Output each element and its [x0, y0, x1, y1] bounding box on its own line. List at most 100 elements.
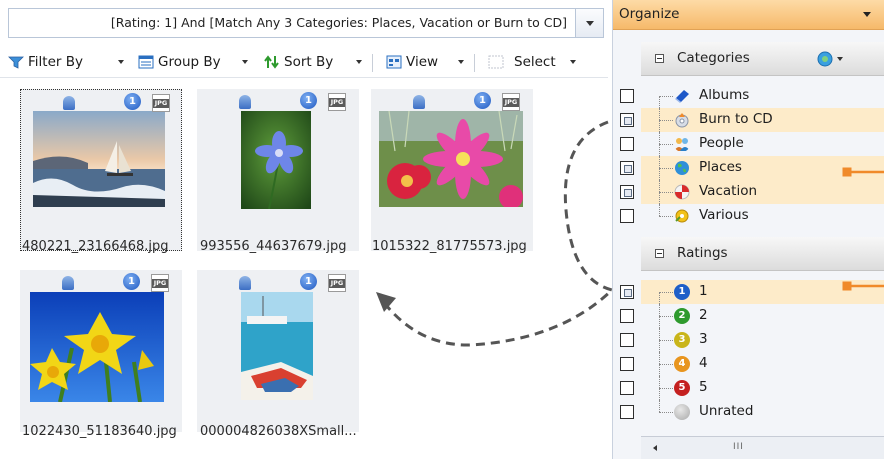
- thumbnail-item[interactable]: 1 JPG: [20, 270, 182, 432]
- rating-3-icon: 3: [674, 332, 690, 348]
- album-icon: [675, 90, 689, 103]
- tag-icon: [62, 276, 74, 290]
- checkbox[interactable]: [620, 381, 634, 395]
- query-dropdown-button[interactable]: [575, 9, 603, 37]
- checkbox[interactable]: [620, 285, 634, 299]
- organize-header: Organize: [613, 0, 884, 30]
- photo-blue-flower: [241, 111, 311, 209]
- tag-icon: [413, 95, 425, 109]
- chevron-down-icon: [570, 60, 576, 64]
- sort-by-button[interactable]: Sort By: [262, 52, 366, 72]
- category-options-icon[interactable]: [817, 51, 847, 67]
- thumbnail-item[interactable]: 1 JPG: [20, 89, 182, 251]
- organize-title: Organize: [619, 6, 680, 22]
- scroll-left-icon[interactable]: [653, 445, 657, 451]
- thumbnail-caption: 480221_23166468.jpg: [22, 239, 169, 254]
- toolbar: Filter By Group By Sort By View Select: [0, 44, 608, 78]
- people-icon: [674, 138, 690, 151]
- jpg-file-icon: JPG: [151, 274, 169, 292]
- chevron-down-icon: [586, 21, 594, 26]
- cd-icon: [675, 113, 689, 128]
- checkbox[interactable]: [620, 185, 634, 199]
- rating-badge: 1: [300, 273, 317, 290]
- rating-2-icon: 2: [674, 308, 690, 324]
- thumbnail-caption: 000004826038XSmall...: [200, 424, 357, 439]
- organize-pane: Organize Categories Albums Burn to CD Pe…: [612, 0, 884, 459]
- category-row-vacation[interactable]: Vacation: [613, 180, 884, 204]
- group-icon: [138, 55, 154, 69]
- checkbox[interactable]: [620, 89, 634, 103]
- rating-badge: 1: [300, 92, 317, 109]
- category-row-people[interactable]: People: [613, 132, 884, 156]
- thumbnail-caption: 1015322_81775573.jpg: [372, 239, 527, 254]
- select-button[interactable]: Select: [486, 52, 582, 72]
- ratings-section-header[interactable]: Ratings: [641, 237, 884, 271]
- chevron-down-icon: [118, 60, 124, 64]
- checkbox[interactable]: [620, 209, 634, 223]
- checkbox[interactable]: [620, 161, 634, 175]
- jpg-file-icon: JPG: [502, 93, 520, 111]
- rating-row-1[interactable]: 1 1: [613, 280, 884, 304]
- rating-badge: 1: [123, 273, 140, 290]
- horizontal-scrollbar[interactable]: III: [641, 436, 884, 459]
- collapse-icon[interactable]: [655, 54, 664, 63]
- thumbnail-item[interactable]: 1 JPG: [371, 89, 533, 251]
- query-text[interactable]: [Rating: 1] And [Match Any 3 Categories:…: [9, 9, 575, 37]
- rating-badge: 1: [474, 92, 491, 109]
- checkbox[interactable]: [620, 333, 634, 347]
- thumbnail-caption: 993556_44637679.jpg: [200, 239, 347, 254]
- chevron-down-icon: [356, 60, 362, 64]
- chevron-down-icon: [242, 60, 248, 64]
- category-row-burn-to-cd[interactable]: Burn to CD: [613, 108, 884, 132]
- filter-icon: [8, 56, 24, 69]
- select-icon: [488, 55, 504, 69]
- rating-row-2[interactable]: 2 2: [613, 304, 884, 328]
- jpg-file-icon: JPG: [328, 93, 346, 111]
- tag-icon: [239, 95, 251, 109]
- photo-yellow-daffodils: [30, 292, 164, 402]
- thumbnail-item[interactable]: 1 JPG: [197, 270, 359, 432]
- checkbox[interactable]: [620, 113, 634, 127]
- pane-menu-icon[interactable]: [863, 12, 871, 17]
- chevron-down-icon: [458, 60, 464, 64]
- rating-row-unrated[interactable]: Unrated: [613, 400, 884, 424]
- scroll-thumb[interactable]: III: [733, 442, 744, 452]
- vacation-icon: [674, 184, 690, 200]
- category-row-albums[interactable]: Albums: [613, 84, 884, 108]
- view-button[interactable]: View: [384, 52, 468, 72]
- toolbar-separator: [372, 54, 373, 72]
- checkbox[interactable]: [620, 137, 634, 151]
- various-icon: [675, 209, 689, 223]
- rating-badge: 1: [124, 93, 141, 110]
- unrated-icon: [674, 404, 690, 420]
- rating-4-icon: 4: [674, 356, 690, 372]
- thumbnail-item[interactable]: 1 JPG: [197, 89, 359, 251]
- tag-icon: [239, 276, 251, 290]
- globe-icon: [675, 161, 689, 175]
- rating-row-4[interactable]: 4 4: [613, 352, 884, 376]
- sort-icon: [264, 55, 279, 69]
- toolbar-separator: [474, 54, 475, 72]
- checkbox[interactable]: [620, 357, 634, 371]
- collapse-icon[interactable]: [655, 249, 664, 258]
- browser-pane: [Rating: 1] And [Match Any 3 Categories:…: [0, 0, 608, 459]
- photo-boats-harbor: [241, 292, 313, 400]
- tag-icon: [63, 96, 75, 110]
- thumbnail-caption: 1022430_51183640.jpg: [22, 424, 177, 439]
- photo-pink-flowers: [379, 111, 523, 207]
- filter-by-button[interactable]: Filter By: [6, 52, 126, 72]
- category-row-various[interactable]: Various: [613, 204, 884, 228]
- rating-1-icon: 1: [674, 284, 690, 300]
- query-combobox[interactable]: [Rating: 1] And [Match Any 3 Categories:…: [8, 8, 604, 38]
- rating-5-icon: 5: [674, 380, 690, 396]
- category-row-places[interactable]: Places: [613, 156, 884, 180]
- view-icon: [386, 55, 402, 69]
- checkbox[interactable]: [620, 309, 634, 323]
- rating-row-3[interactable]: 3 3: [613, 328, 884, 352]
- checkbox[interactable]: [620, 405, 634, 419]
- group-by-button[interactable]: Group By: [136, 52, 256, 72]
- jpg-file-icon: JPG: [328, 274, 346, 292]
- jpg-file-icon: JPG: [152, 94, 170, 112]
- rating-row-5[interactable]: 5 5: [613, 376, 884, 400]
- categories-section-header[interactable]: Categories: [641, 42, 884, 76]
